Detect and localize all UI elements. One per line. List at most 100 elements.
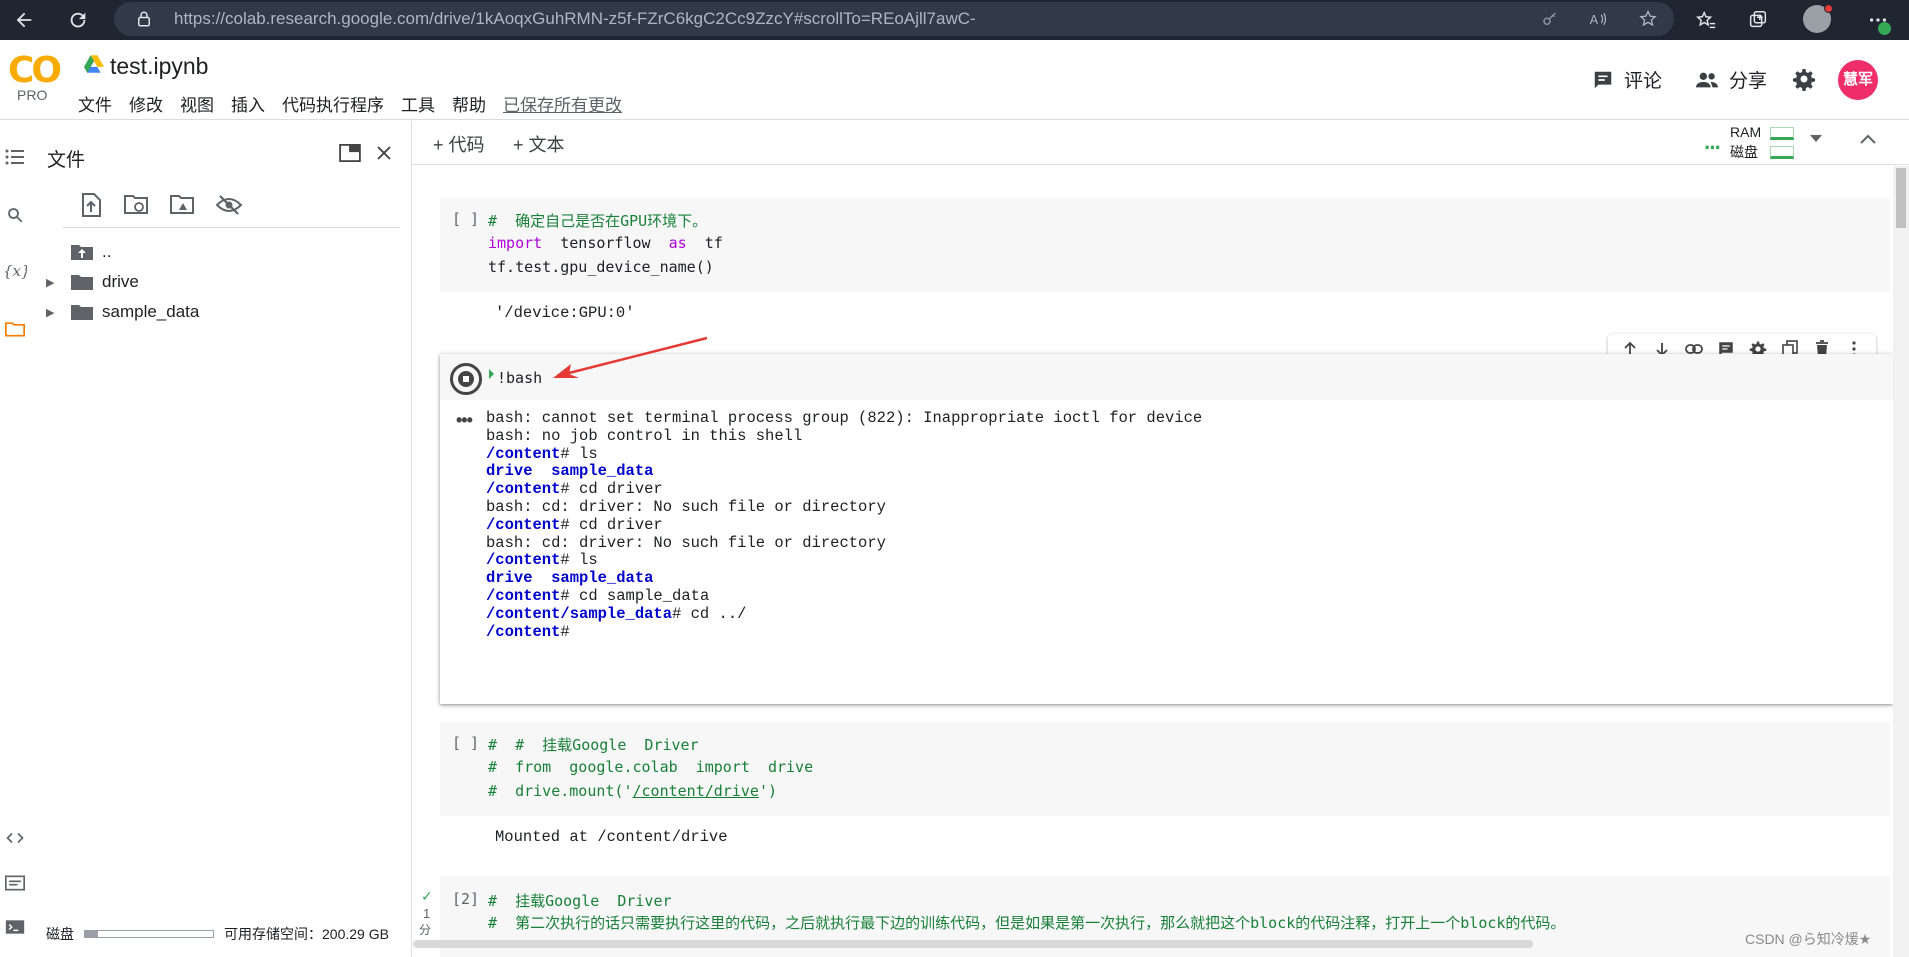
tree-item-sample-data[interactable]: ▶ sample_data: [30, 298, 199, 326]
reload-icon[interactable]: [62, 4, 94, 36]
code-cell-2-active[interactable]: !bash ••• bash: cannot set terminal proc…: [440, 354, 1893, 704]
tree-item-label: drive: [102, 272, 139, 291]
menu-insert[interactable]: 插入: [231, 91, 265, 116]
code-line: # # 挂载Google Driver: [488, 736, 699, 754]
disk-resource-label: 磁盘: [1730, 144, 1758, 160]
menu-file[interactable]: 文件: [78, 91, 112, 116]
add-favorite-icon[interactable]: [1632, 3, 1664, 35]
expand-caret-icon[interactable]: ▶: [46, 306, 66, 319]
search-icon[interactable]: [3, 203, 27, 227]
run-cell-button[interactable]: [ ]: [452, 210, 479, 228]
red-arrow-annotation: [553, 336, 708, 378]
favorites-icon[interactable]: [1690, 4, 1722, 36]
variables-icon[interactable]: {x}: [3, 259, 27, 283]
code-line: # 确定自己是否在GPU环境下。: [488, 212, 708, 230]
expand-caret-icon[interactable]: ▶: [46, 276, 66, 289]
back-icon[interactable]: [8, 4, 40, 36]
table-of-contents-icon[interactable]: [3, 145, 27, 169]
menu-help[interactable]: 帮助: [452, 91, 486, 116]
menu-edit[interactable]: 修改: [129, 91, 163, 116]
command-palette-icon[interactable]: [3, 871, 27, 895]
code-line: # 挂载Google Driver: [488, 892, 672, 910]
tree-item-parent[interactable]: ..: [30, 238, 111, 266]
mount-drive-icon[interactable]: [168, 190, 198, 220]
file-toolbar: [62, 186, 400, 228]
settings-gear-icon[interactable]: [1792, 67, 1816, 91]
cell-output: '/device:GPU:0': [495, 304, 635, 322]
hide-files-icon[interactable]: [214, 190, 244, 220]
horizontal-scrollbar[interactable]: [413, 940, 1533, 948]
terminal-line: bash: no job control in this shell: [486, 426, 803, 445]
running-indicator-icon: [489, 369, 494, 379]
tree-item-label: sample_data: [102, 302, 200, 321]
code-line: import tensorflow as tf: [488, 234, 723, 252]
terminal-line: bash: cd: driver: No such file or direct…: [486, 498, 886, 516]
address-bar[interactable]: https://colab.research.google.com/drive/…: [114, 2, 1674, 36]
terminal-line: /content# ls: [486, 551, 598, 570]
share-button[interactable]: 分享: [1695, 66, 1767, 93]
resource-bars: [1770, 127, 1794, 165]
collapse-header-icon[interactable]: [1860, 134, 1876, 144]
menu-tools[interactable]: 工具: [401, 91, 435, 116]
parent-folder-icon: [71, 245, 93, 260]
resource-indicator[interactable]: RAM 磁盘: [1730, 122, 1761, 162]
run-cell-button[interactable]: [2]: [452, 890, 479, 908]
upload-file-icon[interactable]: [76, 190, 106, 220]
colab-logo[interactable]: CO: [8, 50, 62, 91]
terminal-line: /content# ls: [486, 444, 598, 463]
tree-item-drive[interactable]: ▶ drive: [30, 268, 139, 296]
notification-dot: [1824, 4, 1833, 13]
comment-button[interactable]: 评论: [1592, 66, 1662, 93]
url-text: https://colab.research.google.com/drive/…: [174, 9, 976, 28]
code-line: # 第二次执行的话只需要执行这里的代码，之后就执行最下边的训练代码，但是如果是第…: [488, 914, 1566, 932]
terminal-icon[interactable]: [3, 915, 27, 939]
add-code-button[interactable]: + 代码: [433, 131, 485, 157]
code-cell-3[interactable]: [ ] # # 挂载Google Driver # from google.co…: [440, 722, 1890, 816]
refresh-folder-icon[interactable]: [122, 190, 152, 220]
run-cell-button[interactable]: [ ]: [452, 734, 479, 752]
exec-duration: 1: [423, 906, 431, 921]
file-panel-title: 文件: [47, 150, 86, 171]
plan-label: PRO: [17, 87, 48, 103]
saved-status[interactable]: 已保存所有更改: [503, 91, 622, 116]
code-snippets-icon[interactable]: [3, 826, 27, 850]
vertical-scrollbar[interactable]: [1893, 166, 1909, 957]
file-panel: 文件 .. ▶ drive ▶ sample_data 磁盘 可用存储空间：20…: [30, 121, 412, 957]
key-icon[interactable]: [1534, 3, 1566, 35]
stop-execution-button[interactable]: [450, 363, 482, 395]
files-folder-icon[interactable]: [3, 317, 27, 341]
menu-view[interactable]: 视图: [180, 91, 214, 116]
scrollbar-thumb[interactable]: [1896, 168, 1906, 228]
terminal-line: bash: cannot set terminal process group …: [486, 409, 1203, 427]
success-check-icon: ✓: [421, 888, 433, 904]
svg-text:A: A: [1590, 12, 1599, 27]
collections-icon[interactable]: [1742, 4, 1774, 36]
svg-text:{x}: {x}: [3, 262, 27, 280]
google-drive-icon[interactable]: [84, 55, 104, 73]
user-avatar[interactable]: 慧军: [1838, 60, 1878, 100]
terminal-line: /content# cd driver: [486, 480, 663, 499]
terminal-line: /content# cd sample_data: [486, 587, 710, 605]
add-text-button[interactable]: + 文本: [513, 131, 565, 157]
tree-item-label: ..: [102, 242, 112, 261]
read-aloud-icon[interactable]: A: [1582, 3, 1614, 35]
terminal-line: bash: cd: driver: No such file or direct…: [486, 533, 886, 552]
close-icon[interactable]: [370, 139, 398, 167]
code-cell-1[interactable]: [ ] # 确定自己是否在GPU环境下。 import tensorflow a…: [440, 198, 1890, 292]
disk-free-label: 可用存储空间：200.29 GB: [224, 926, 389, 942]
disk-resource-bar: [1770, 146, 1794, 159]
connected-status-icon: ···: [1704, 135, 1722, 160]
exec-duration-unit: 分: [419, 923, 432, 937]
disk-usage-fill: [85, 931, 98, 937]
folder-icon: [71, 275, 93, 290]
runtime-dropdown-icon[interactable]: [1810, 135, 1822, 143]
cell-output: Mounted at /content/drive: [495, 828, 728, 846]
lock-icon: [128, 3, 160, 35]
open-in-tab-icon[interactable]: [336, 139, 364, 167]
left-rail: {x}: [0, 121, 30, 957]
terminal-line: /content# cd driver: [486, 515, 663, 534]
document-title[interactable]: test.ipynb: [110, 53, 208, 80]
output-menu-icon[interactable]: •••: [456, 410, 473, 431]
share-label: 分享: [1729, 71, 1768, 92]
menu-runtime[interactable]: 代码执行程序: [282, 91, 384, 116]
